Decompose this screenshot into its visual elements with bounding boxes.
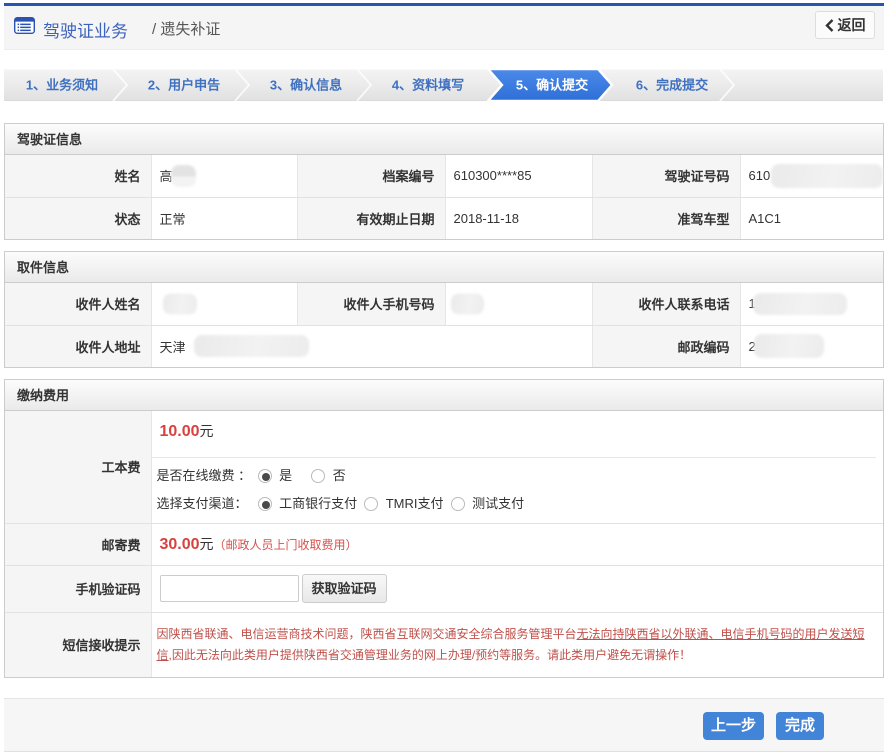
svg-text:4、资料填写: 4、资料填写 [392, 78, 464, 93]
svg-text:2、用户申告: 2、用户申告 [148, 78, 220, 93]
svg-text:1、业务须知: 1、业务须知 [26, 78, 98, 93]
svg-text:3、确认信息: 3、确认信息 [270, 78, 342, 93]
svg-text:5、确认提交: 5、确认提交 [516, 78, 588, 93]
svg-text:6、完成提交: 6、完成提交 [636, 78, 708, 93]
